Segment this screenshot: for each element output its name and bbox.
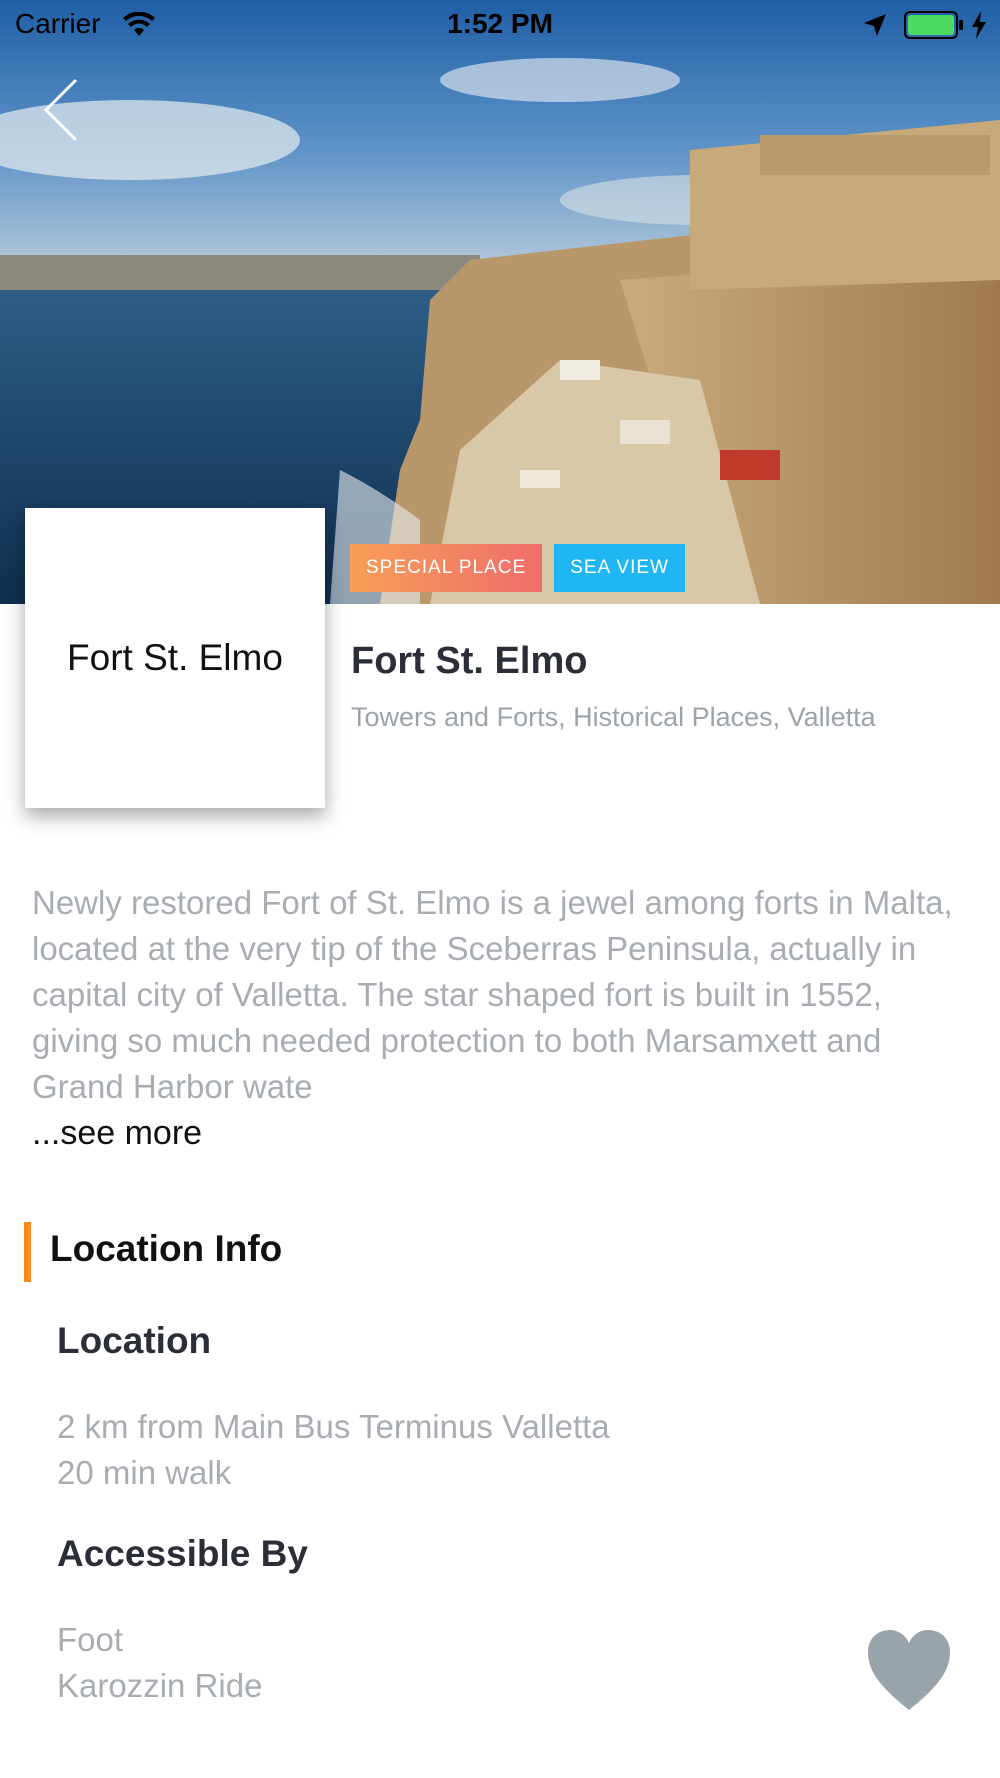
status-bar: Carrier 1:52 PM xyxy=(0,0,1000,50)
heart-icon xyxy=(868,1630,950,1710)
chevron-left-icon xyxy=(43,78,78,142)
battery-icon xyxy=(904,11,964,46)
section-title-location-info: Location Info xyxy=(50,1228,283,1269)
tag-list: SPECIAL PLACE SEA VIEW xyxy=(350,544,685,592)
status-time: 1:52 PM xyxy=(447,8,553,39)
place-categories: Towers and Forts, Historical Places, Val… xyxy=(351,702,876,732)
tag-sea-view: SEA VIEW xyxy=(554,544,685,592)
see-more-link[interactable]: ...see more xyxy=(32,1114,202,1153)
accessible-line: Foot xyxy=(57,1621,124,1658)
section-accent-bar xyxy=(24,1222,31,1282)
accessible-by-heading: Accessible By xyxy=(57,1533,308,1574)
favorite-button[interactable] xyxy=(866,1628,952,1714)
back-button[interactable] xyxy=(40,78,80,142)
place-title: Fort St. Elmo xyxy=(351,640,588,682)
accessible-line: Karozzin Ride xyxy=(57,1667,263,1704)
place-description: Newly restored Fort of St. Elmo is a jew… xyxy=(32,884,953,1105)
location-line: 2 km from Main Bus Terminus Valletta xyxy=(57,1408,610,1445)
thumbnail-label: Fort St. Elmo xyxy=(67,637,283,678)
location-line: 20 min walk xyxy=(57,1454,232,1491)
location-heading: Location xyxy=(57,1320,212,1361)
bolt-icon xyxy=(970,10,988,47)
place-thumbnail: Fort St. Elmo xyxy=(25,508,325,808)
tag-special-place: SPECIAL PLACE xyxy=(350,544,543,592)
location-arrow-icon xyxy=(862,12,888,45)
